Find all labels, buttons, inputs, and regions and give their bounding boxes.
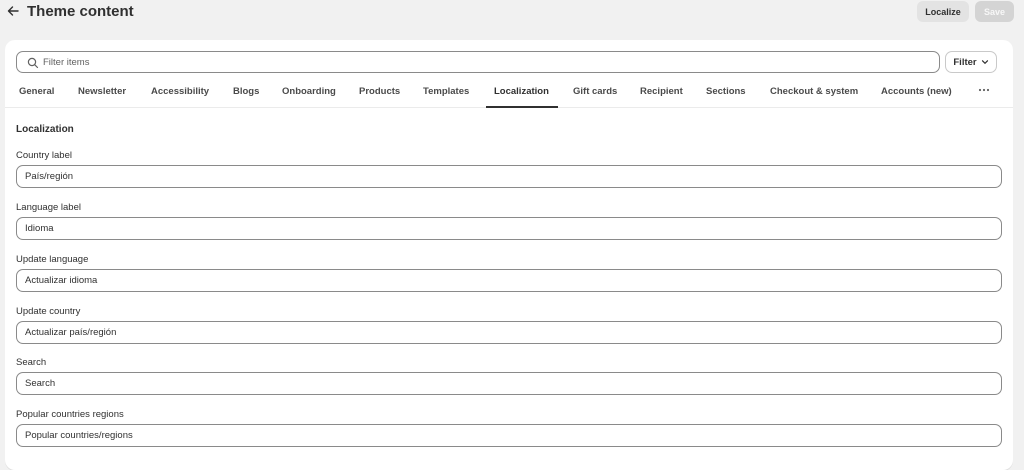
chevron-down-icon — [981, 58, 989, 66]
update-country-field[interactable] — [16, 321, 1002, 344]
popular-countries-regions-field[interactable] — [16, 424, 1002, 447]
tab-templates[interactable]: Templates — [423, 78, 469, 106]
search-icon — [27, 56, 39, 69]
tab-checkout-system[interactable]: Checkout & system — [770, 78, 858, 106]
tab-localization[interactable]: Localization — [494, 78, 549, 106]
arrow-left-icon[interactable] — [7, 3, 21, 19]
tab-recipient[interactable]: Recipient — [640, 78, 683, 106]
tab-onboarding[interactable]: Onboarding — [282, 78, 336, 106]
tab-sections[interactable]: Sections — [706, 78, 746, 106]
language-label-label: Language label — [16, 202, 81, 213]
top-bar: Theme content Localize Save — [0, 0, 1024, 26]
tab-bar: General Newsletter Accessibility Blogs O… — [5, 78, 1013, 108]
tab-gift-cards[interactable]: Gift cards — [573, 78, 617, 106]
active-tab-indicator — [486, 106, 558, 108]
search-label: Search — [16, 357, 47, 368]
filter-items-input[interactable] — [43, 52, 923, 72]
search-field[interactable] — [16, 372, 1002, 395]
tab-accounts-new[interactable]: Accounts (new) — [881, 78, 952, 106]
tab-general[interactable]: General — [19, 78, 54, 106]
language-label-field[interactable] — [16, 217, 1002, 240]
tab-newsletter[interactable]: Newsletter — [78, 78, 126, 106]
content-card: Filter General Newsletter Accessibility … — [5, 40, 1013, 470]
tab-blogs[interactable]: Blogs — [233, 78, 259, 106]
update-language-label: Update language — [16, 254, 89, 265]
filter-button-label: Filter — [953, 56, 977, 68]
more-horizontal-icon[interactable] — [977, 83, 993, 99]
tab-accessibility[interactable]: Accessibility — [151, 78, 209, 106]
filter-button[interactable]: Filter — [945, 51, 997, 73]
page-title: Theme content — [27, 3, 134, 20]
popular-countries-regions-label: Popular countries regions — [16, 409, 124, 420]
update-country-label: Update country — [16, 306, 81, 317]
country-label-field[interactable] — [16, 165, 1002, 188]
section-heading: Localization — [16, 124, 74, 135]
save-button[interactable]: Save — [975, 1, 1014, 22]
filter-search-box[interactable] — [16, 51, 940, 73]
tab-products[interactable]: Products — [359, 78, 400, 106]
country-label-label: Country label — [16, 150, 72, 161]
update-language-field[interactable] — [16, 269, 1002, 292]
localize-button[interactable]: Localize — [917, 1, 969, 22]
